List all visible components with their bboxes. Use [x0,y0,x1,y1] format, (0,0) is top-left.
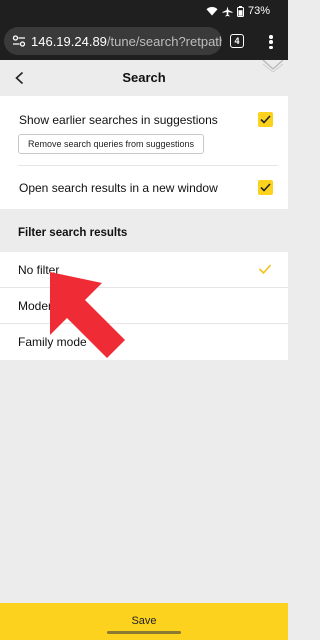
filter-option-label: Moderate [18,299,69,313]
address-bar[interactable]: 146.19.24.89/tune/search?retpath [4,27,222,55]
airplane-icon [222,5,233,17]
filter-option-moderate[interactable]: Moderate [0,288,288,324]
battery-level: 73% [247,5,270,17]
save-button[interactable]: Save [0,603,288,640]
new-window-checkbox[interactable] [258,180,273,195]
checkmark-icon [260,115,271,124]
divider [18,165,278,166]
save-label: Save [131,615,157,627]
url-path: /tune/search?retpath [106,33,222,49]
corner-decoration-icon [262,60,284,72]
browser-menu-icon[interactable] [263,33,279,51]
search-settings-card: Show earlier searches in suggestions Rem… [0,96,288,209]
selected-check-icon [258,264,272,275]
filter-option-no-filter[interactable]: No filter [0,252,288,288]
url-text: 146.19.24.89/tune/search?retpath [31,34,222,49]
url-host: 146.19.24.89 [31,33,107,49]
status-bar: 73% [0,0,288,22]
tab-count: 4 [234,36,240,46]
tab-switcher-button[interactable]: 4 [230,34,244,48]
screen: 73% 146.19.24.89/tune/search?retpath 4 S… [0,0,288,640]
page-title: Search [122,70,166,85]
checkmark-icon [260,183,271,192]
filter-option-label: No filter [18,263,60,277]
filter-options-list: No filter Moderate Family mode [0,252,288,360]
browser-toolbar: 146.19.24.89/tune/search?retpath 4 [0,22,288,60]
back-arrow-icon[interactable] [12,70,28,86]
remove-search-queries-button[interactable]: Remove search queries from suggestions [18,134,204,154]
filter-section-title: Filter search results [18,227,128,239]
filter-option-family-mode[interactable]: Family mode [0,324,288,360]
new-window-label: Open search results in a new window [19,181,218,195]
wifi-icon [206,7,218,16]
home-indicator[interactable] [107,631,181,634]
earlier-searches-label: Show earlier searches in suggestions [19,113,218,127]
filter-option-label: Family mode [18,335,87,349]
page-header: Search [0,60,288,96]
earlier-searches-checkbox[interactable] [258,112,273,127]
site-settings-icon[interactable] [12,34,26,48]
battery-icon [236,5,244,17]
